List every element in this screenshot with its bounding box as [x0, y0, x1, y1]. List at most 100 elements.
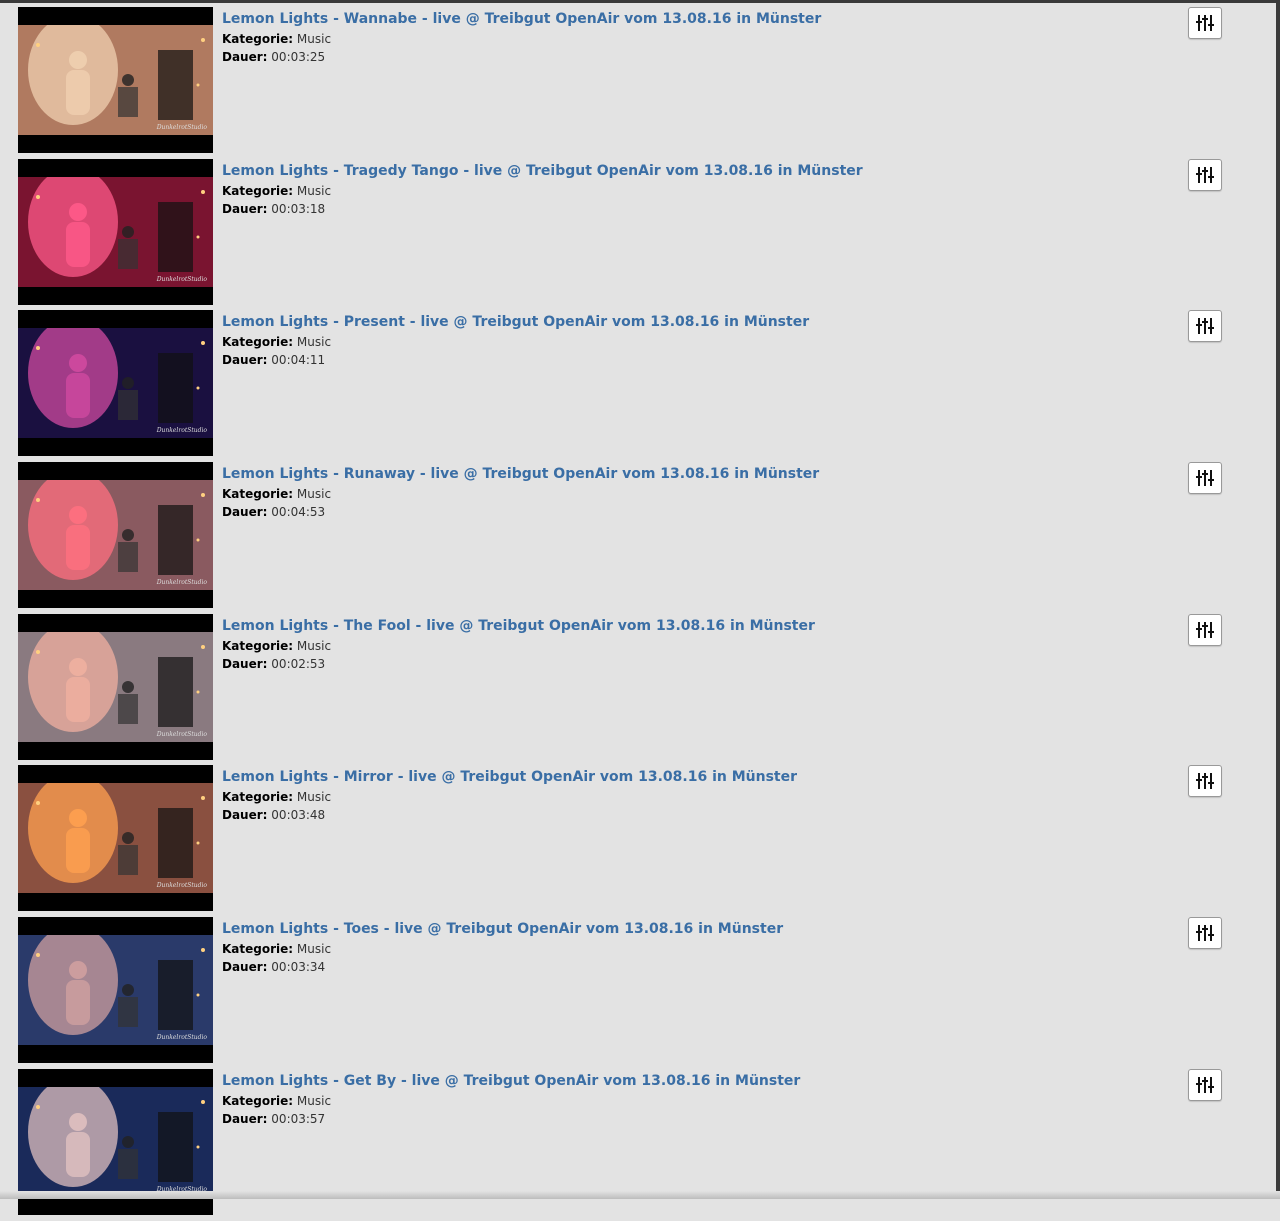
sliders-icon — [1196, 318, 1214, 335]
video-title-link[interactable]: Lemon Lights - Wannabe - live @ Treibgut… — [222, 9, 821, 30]
video-thumbnail[interactable]: DunkelrotStudio — [18, 765, 213, 912]
thumbnail-image — [18, 176, 213, 287]
video-info: Lemon Lights - Tragedy Tango - live @ Tr… — [222, 161, 863, 218]
category-value: Music — [296, 942, 332, 957]
video-info: Lemon Lights - Runaway - live @ Treibgut… — [222, 464, 819, 521]
video-info: Lemon Lights - The Fool - live @ Treibgu… — [222, 616, 815, 673]
bottom-shadow — [0, 1191, 1280, 1199]
thumbnail-image — [18, 935, 213, 1046]
video-category: Kategorie: Music — [222, 182, 863, 200]
duration-value: 00:04:53 — [271, 505, 326, 520]
video-list-item: DunkelrotStudio Lemon Lights - Toes - li… — [0, 917, 1276, 1069]
category-label: Kategorie: — [222, 32, 294, 46]
thumbnail-watermark: DunkelrotStudio — [156, 1034, 207, 1042]
video-duration: Dauer: 00:03:34 — [222, 958, 783, 976]
video-duration: Dauer: 00:02:53 — [222, 655, 815, 673]
duration-value: 00:03:48 — [271, 808, 326, 823]
thumbnail-image — [18, 25, 213, 135]
video-title-link[interactable]: Lemon Lights - Tragedy Tango - live @ Tr… — [222, 161, 863, 182]
thumbnail-watermark: DunkelrotStudio — [156, 124, 207, 131]
video-duration: Dauer: 00:03:25 — [222, 48, 821, 66]
video-thumbnail[interactable]: DunkelrotStudio — [18, 7, 213, 153]
video-options-button[interactable] — [1188, 1068, 1222, 1101]
video-options-button[interactable] — [1188, 310, 1222, 343]
thumbnail-watermark: DunkelrotStudio — [156, 882, 207, 890]
duration-label: Dauer: — [222, 50, 268, 64]
thumbnail-image — [18, 1086, 213, 1197]
video-list-item: DunkelrotStudio Lemon Lights - Tragedy T… — [0, 158, 1276, 311]
thumbnail-watermark: DunkelrotStudio — [156, 275, 207, 283]
video-title-link[interactable]: Lemon Lights - Get By - live @ Treibgut … — [222, 1071, 800, 1092]
thumbnail-watermark: DunkelrotStudio — [156, 427, 207, 435]
video-title-link[interactable]: Lemon Lights - The Fool - live @ Treibgu… — [222, 616, 815, 637]
sliders-icon — [1196, 470, 1214, 487]
category-value: Music — [296, 1093, 332, 1108]
category-value: Music — [296, 183, 332, 198]
category-label: Kategorie: — [222, 335, 294, 350]
video-list: DunkelrotStudio Lemon Lights - Wannabe -… — [0, 7, 1276, 1221]
video-list-item: DunkelrotStudio Lemon Lights - Wannabe -… — [0, 7, 1276, 159]
duration-value: 00:03:34 — [271, 960, 326, 975]
thumbnail-image — [18, 783, 213, 894]
thumbnail-watermark: DunkelrotStudio — [156, 730, 207, 738]
video-info: Lemon Lights - Toes - live @ Treibgut Op… — [222, 919, 783, 976]
video-options-button[interactable] — [1188, 917, 1222, 950]
sliders-icon — [1196, 1076, 1214, 1093]
video-thumbnail[interactable]: DunkelrotStudio — [18, 462, 213, 609]
sliders-icon — [1196, 15, 1214, 31]
duration-label: Dauer: — [222, 808, 268, 823]
video-list-item: DunkelrotStudio Lemon Lights - Mirror - … — [0, 765, 1276, 917]
video-duration: Dauer: 00:04:53 — [222, 503, 819, 521]
duration-value: 00:03:18 — [271, 201, 326, 216]
category-label: Kategorie: — [222, 183, 294, 198]
video-info: Lemon Lights - Present - live @ Treibgut… — [222, 312, 809, 369]
category-label: Kategorie: — [222, 790, 294, 805]
duration-value: 00:04:11 — [271, 353, 326, 368]
video-duration: Dauer: 00:03:57 — [222, 1110, 800, 1128]
duration-label: Dauer: — [222, 1111, 268, 1126]
thumbnail-image — [18, 480, 213, 591]
video-options-button[interactable] — [1188, 7, 1222, 39]
video-options-button[interactable] — [1188, 613, 1222, 646]
video-title-link[interactable]: Lemon Lights - Present - live @ Treibgut… — [222, 312, 809, 333]
video-options-button[interactable] — [1188, 462, 1222, 495]
video-options-button[interactable] — [1188, 158, 1222, 191]
video-list-item: DunkelrotStudio Lemon Lights - Present -… — [0, 310, 1276, 462]
video-options-button[interactable] — [1188, 765, 1222, 798]
duration-value: 00:02:53 — [271, 656, 326, 671]
sliders-icon — [1196, 773, 1214, 790]
thumbnail-watermark: DunkelrotStudio — [156, 579, 207, 587]
video-duration: Dauer: 00:03:48 — [222, 806, 797, 824]
duration-label: Dauer: — [222, 656, 268, 671]
video-title-link[interactable]: Lemon Lights - Runaway - live @ Treibgut… — [222, 464, 819, 485]
category-value: Music — [296, 790, 332, 805]
video-category: Kategorie: Music — [222, 1092, 800, 1110]
video-thumbnail[interactable]: DunkelrotStudio — [18, 310, 213, 457]
category-value: Music — [296, 638, 332, 653]
video-title-link[interactable]: Lemon Lights - Mirror - live @ Treibgut … — [222, 767, 797, 788]
video-title-link[interactable]: Lemon Lights - Toes - live @ Treibgut Op… — [222, 919, 783, 940]
sliders-icon — [1196, 166, 1214, 183]
video-category: Kategorie: Music — [222, 333, 809, 351]
video-thumbnail[interactable]: DunkelrotStudio — [18, 158, 213, 305]
video-thumbnail[interactable]: DunkelrotStudio — [18, 613, 213, 760]
sliders-icon — [1196, 621, 1214, 638]
video-list-item: DunkelrotStudio Lemon Lights - The Fool … — [0, 613, 1276, 766]
video-thumbnail[interactable]: DunkelrotStudio — [18, 917, 213, 1064]
category-value: Music — [296, 335, 332, 350]
video-category: Kategorie: Music — [222, 637, 815, 655]
thumbnail-image — [18, 328, 213, 439]
video-category: Kategorie: Music — [222, 788, 797, 806]
category-value: Music — [296, 487, 332, 502]
video-category: Kategorie: Music — [222, 940, 783, 958]
video-info: Lemon Lights - Get By - live @ Treibgut … — [222, 1071, 800, 1128]
right-border — [1276, 0, 1280, 1199]
thumbnail-image — [18, 631, 213, 742]
category-label: Kategorie: — [222, 487, 294, 502]
video-info: Lemon Lights - Mirror - live @ Treibgut … — [222, 767, 797, 824]
duration-value: 00:03:57 — [271, 1111, 326, 1126]
category-value: Music — [296, 32, 332, 46]
video-duration: Dauer: 00:04:11 — [222, 351, 809, 369]
video-duration: Dauer: 00:03:18 — [222, 200, 863, 218]
category-label: Kategorie: — [222, 638, 294, 653]
